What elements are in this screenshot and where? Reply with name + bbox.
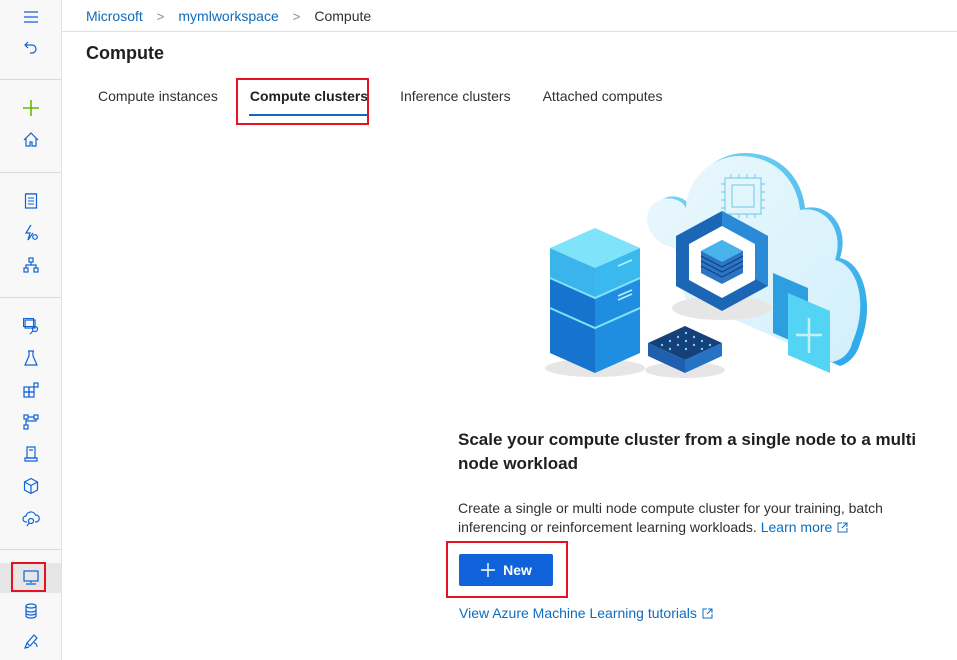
cloud-endpoint-button[interactable] (0, 503, 61, 533)
breadcrumb-separator-icon: > (156, 8, 165, 24)
app-root: Microsoft > mymlworkspace > Compute Comp… (0, 0, 957, 660)
gpu-grid-tray (645, 326, 725, 378)
rail-divider (0, 172, 61, 173)
pipelines-button[interactable] (0, 375, 61, 405)
learn-more-label: Learn more (760, 519, 833, 535)
tab-attached-computes[interactable]: Attached computes (531, 86, 675, 110)
view-tutorials-link[interactable]: View Azure Machine Learning tutorials (459, 605, 713, 621)
plus-icon (481, 563, 496, 577)
breadcrumb-separator-icon: > (292, 8, 301, 24)
breadcrumb: Microsoft > mymlworkspace > Compute (86, 7, 371, 25)
hamburger-menu-button[interactable] (0, 2, 61, 32)
datastores-button[interactable] (0, 596, 61, 626)
learn-more-link[interactable]: Learn more (761, 519, 849, 535)
empty-state-title: Scale your compute cluster from a single… (458, 430, 917, 473)
rail-divider (0, 549, 61, 550)
breadcrumb-microsoft[interactable]: Microsoft (86, 8, 143, 24)
notebooks-button[interactable] (0, 186, 61, 216)
empty-state-description: Create a single or multi node compute cl… (458, 499, 928, 537)
cloud-endpoint-icon (21, 511, 40, 527)
rail-divider (0, 79, 61, 80)
rail-divider (0, 297, 61, 298)
back-button[interactable] (0, 33, 61, 63)
new-button-label: New (503, 562, 532, 578)
back-arrow-icon (23, 41, 37, 54)
compute-icon (22, 570, 39, 585)
tab-compute-instances[interactable]: Compute instances (86, 86, 230, 110)
automated-ml-icon (24, 224, 38, 241)
datastores-icon (24, 603, 37, 619)
environments-icon (23, 477, 38, 495)
data-labeling-button[interactable] (0, 627, 61, 657)
experiments-icon (23, 350, 38, 366)
breadcrumb-workspace[interactable]: mymlworkspace (178, 8, 278, 24)
data-labeling-icon (23, 634, 38, 649)
header-divider (62, 31, 957, 32)
designer-icon (22, 257, 39, 273)
notebook-icon (24, 193, 37, 209)
compute-button[interactable] (0, 563, 61, 593)
page-title: Compute (86, 43, 164, 63)
tutorials-link-label: View Azure Machine Learning tutorials (459, 605, 697, 621)
datasets-icon (22, 318, 38, 335)
endpoints-icon (23, 446, 38, 462)
external-link-icon (702, 608, 713, 619)
environments-button[interactable] (0, 471, 61, 501)
new-compute-cluster-button[interactable]: New (459, 554, 553, 586)
designer-button[interactable] (0, 250, 61, 280)
pipelines-icon (22, 382, 39, 398)
plus-icon (22, 100, 39, 116)
tab-inference-clusters[interactable]: Inference clusters (388, 86, 523, 110)
create-new-button[interactable] (0, 93, 61, 123)
datasets-button[interactable] (0, 311, 61, 341)
breadcrumb-current: Compute (314, 8, 372, 24)
left-nav-rail (0, 0, 62, 660)
server-stack (545, 228, 645, 377)
compute-tabs: Compute instances Compute clusters Infer… (86, 86, 674, 122)
tab-compute-clusters[interactable]: Compute clusters (238, 86, 380, 116)
automated-ml-button[interactable] (0, 218, 61, 248)
compute-cluster-illustration (545, 153, 868, 378)
models-icon (22, 414, 39, 430)
home-button[interactable] (0, 125, 61, 155)
external-link-icon (837, 522, 848, 533)
endpoints-button[interactable] (0, 439, 61, 469)
models-button[interactable] (0, 407, 61, 437)
home-icon (23, 132, 38, 147)
experiments-button[interactable] (0, 343, 61, 373)
hamburger-menu-icon (23, 11, 38, 23)
